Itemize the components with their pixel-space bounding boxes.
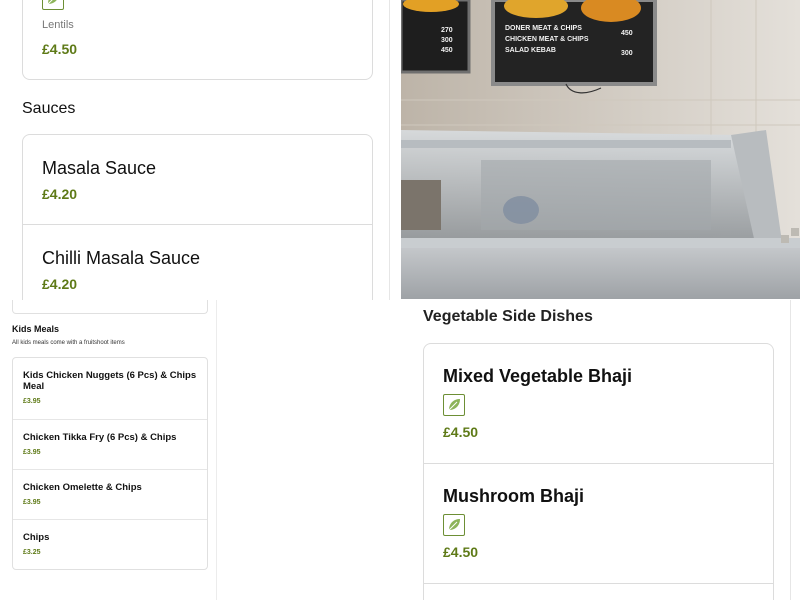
- menu-item-price: £4.50: [443, 544, 479, 560]
- menu-item-price: £3.95: [23, 449, 41, 456]
- board-price: 300: [621, 50, 633, 57]
- menu-item-chips[interactable]: Chips £3.25: [13, 520, 207, 569]
- menu-item-price: £4.20: [42, 276, 78, 292]
- board-price: 450: [441, 47, 453, 54]
- kids-meals-panel: Kids Meals All kids meals come with a fr…: [0, 300, 217, 600]
- menu-item-card-lentils[interactable]: Lentils £4.50: [22, 0, 373, 80]
- previous-card-edge: [12, 300, 208, 314]
- menu-item-price: £4.20: [42, 186, 78, 202]
- panel-divider: [790, 300, 791, 600]
- board-item: SALAD KEBAB: [505, 47, 556, 54]
- section-description: All kids meals come with a fruitshoot it…: [12, 340, 125, 346]
- kids-meals-card: Kids Chicken Nuggets (6 Pcs) & Chips Mea…: [12, 357, 208, 570]
- sauces-card: Masala Sauce £4.20 Chilli Masala Sauce £…: [22, 134, 373, 300]
- menu-item-price: £3.95: [23, 499, 41, 506]
- menu-item-name: Chips: [23, 532, 50, 543]
- board-price: 300: [441, 37, 453, 44]
- shop-counter-image: 270 300 450 DONER MEAT & CHIPS CHICKEN M…: [401, 0, 800, 299]
- menu-item-description: Lentils: [42, 19, 74, 31]
- leaf-icon: [443, 394, 465, 416]
- menu-item-price: £3.95: [23, 398, 41, 405]
- menu-item-name: Masala Sauce: [42, 158, 157, 178]
- board-price: 450: [621, 30, 633, 37]
- board-price: 270: [441, 27, 453, 34]
- menu-item-name: Mixed Vegetable Bhaji: [443, 366, 633, 386]
- menu-item-name: Kids Chicken Nuggets (6 Pcs) & Chips Mea…: [23, 370, 197, 392]
- menu-item-mushroom-bhaji[interactable]: Mushroom Bhaji £4.50: [424, 464, 773, 584]
- vegetable-sides-card: Mixed Vegetable Bhaji £4.50 Mushroom Bha…: [423, 343, 774, 600]
- menu-item-mixed-vegetable-bhaji[interactable]: Mixed Vegetable Bhaji £4.50: [424, 344, 773, 464]
- vegetable-sides-panel: Vegetable Side Dishes Mixed Vegetable Bh…: [218, 300, 800, 600]
- menu-item-name: Mushroom Bhaji: [443, 486, 585, 506]
- board-item: CHICKEN MEAT & CHIPS: [505, 36, 589, 43]
- menu-item-masala-sauce[interactable]: Masala Sauce £4.20: [23, 135, 372, 225]
- menu-item-kids-chicken-nuggets[interactable]: Kids Chicken Nuggets (6 Pcs) & Chips Mea…: [13, 358, 207, 420]
- menu-item-price: £3.25: [23, 549, 41, 556]
- menu-item-name: Chicken Omelette & Chips: [23, 482, 142, 493]
- menu-panel-top-left: Lentils £4.50 Sauces Masala Sauce £4.20 …: [0, 0, 390, 300]
- leaf-icon: [42, 0, 64, 10]
- menu-item-chilli-masala-sauce[interactable]: Chilli Masala Sauce £4.20: [23, 225, 372, 300]
- shop-counter-photo: 270 300 450 DONER MEAT & CHIPS CHICKEN M…: [401, 0, 800, 299]
- menu-item-price: £4.50: [443, 424, 479, 440]
- menu-item-name: Chicken Tikka Fry (6 Pcs) & Chips: [23, 432, 177, 443]
- section-title-vegetable-side-dishes: Vegetable Side Dishes: [423, 308, 593, 325]
- menu-item-chicken-omelette[interactable]: Chicken Omelette & Chips £3.95: [13, 470, 207, 520]
- menu-item-price: £4.50: [42, 41, 78, 57]
- section-title-sauces: Sauces: [22, 100, 76, 117]
- menu-item-name: Chilli Masala Sauce: [42, 248, 201, 268]
- board-item: DONER MEAT & CHIPS: [505, 25, 582, 32]
- leaf-icon: [443, 514, 465, 536]
- menu-item-chicken-tikka-fry[interactable]: Chicken Tikka Fry (6 Pcs) & Chips £3.95: [13, 420, 207, 470]
- section-title-kids-meals: Kids Meals: [12, 324, 60, 334]
